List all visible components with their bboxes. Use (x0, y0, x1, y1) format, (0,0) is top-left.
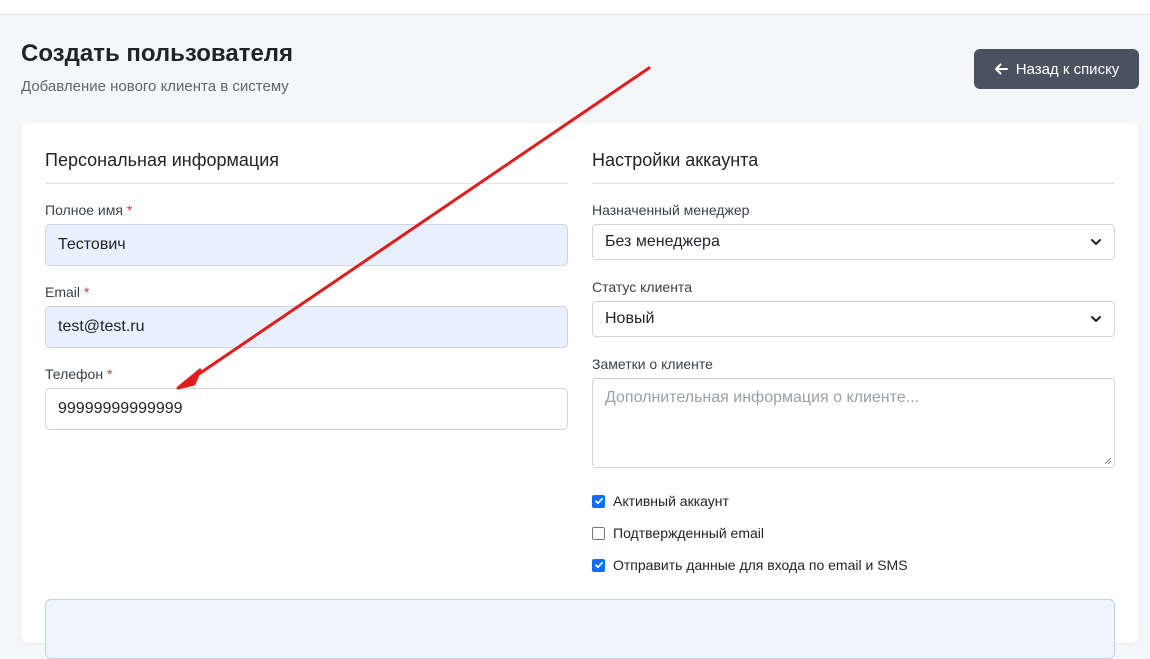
active-account-label: Активный аккаунт (613, 493, 729, 509)
manager-selected-value: Без менеджера (605, 233, 720, 250)
manager-label: Назначенный менеджер (592, 202, 750, 218)
chevron-down-icon (1091, 239, 1101, 245)
send-credentials-checkbox[interactable] (592, 558, 605, 572)
back-to-list-button[interactable]: Назад к списку (974, 49, 1139, 89)
verified-email-label: Подтвержденный email (613, 525, 764, 541)
email-input[interactable]: test@test.ru (45, 306, 568, 348)
send-credentials-checkbox-row[interactable]: Отправить данные для входа по email и SM… (592, 557, 908, 573)
user-form-card: Персональная информация Полное имя * Тес… (21, 123, 1139, 659)
notes-placeholder: Дополнительная информация о клиенте... (605, 389, 920, 406)
personal-section-divider (45, 183, 568, 184)
full-name-value: Тестович (58, 236, 126, 253)
notes-textarea[interactable]: Дополнительная информация о клиенте... (592, 378, 1115, 468)
phone-label: Телефон * (45, 366, 113, 382)
status-selected-value: Новый (605, 310, 655, 327)
notes-label: Заметки о клиенте (592, 356, 713, 372)
account-section-divider (592, 183, 1115, 184)
full-name-label: Полное имя * (45, 202, 133, 218)
active-account-checkbox-row[interactable]: Активный аккаунт (592, 493, 729, 509)
phone-value: 99999999999999 (58, 400, 183, 417)
chevron-down-icon (1091, 316, 1101, 322)
email-label: Email * (45, 284, 90, 300)
status-select[interactable]: Новый (592, 301, 1115, 337)
checkmark-icon (594, 561, 603, 569)
top-bar (0, 0, 1150, 15)
email-value: test@test.ru (58, 318, 145, 335)
info-alert-panel (45, 599, 1115, 659)
checkmark-icon (594, 497, 603, 505)
status-label: Статус клиента (592, 279, 692, 295)
verified-email-checkbox[interactable] (592, 526, 605, 540)
required-mark: * (83, 284, 90, 300)
required-mark: * (106, 366, 113, 382)
back-button-label: Назад к списку (1015, 60, 1120, 78)
page-title: Создать пользователя (21, 40, 294, 67)
arrow-left-icon (994, 63, 1008, 75)
page-subtitle: Добавление нового клиента в систему (21, 78, 289, 95)
resize-grip-icon[interactable] (1104, 457, 1112, 465)
personal-info-title: Персональная информация (45, 150, 280, 170)
verified-email-checkbox-row[interactable]: Подтвержденный email (592, 525, 764, 541)
required-mark: * (126, 202, 133, 218)
manager-select[interactable]: Без менеджера (592, 224, 1115, 260)
phone-input[interactable]: 99999999999999 (45, 388, 568, 430)
active-account-checkbox[interactable] (592, 494, 605, 508)
account-settings-title: Настройки аккаунта (592, 150, 759, 170)
send-credentials-label: Отправить данные для входа по email и SM… (613, 557, 908, 573)
full-name-input[interactable]: Тестович (45, 224, 568, 266)
